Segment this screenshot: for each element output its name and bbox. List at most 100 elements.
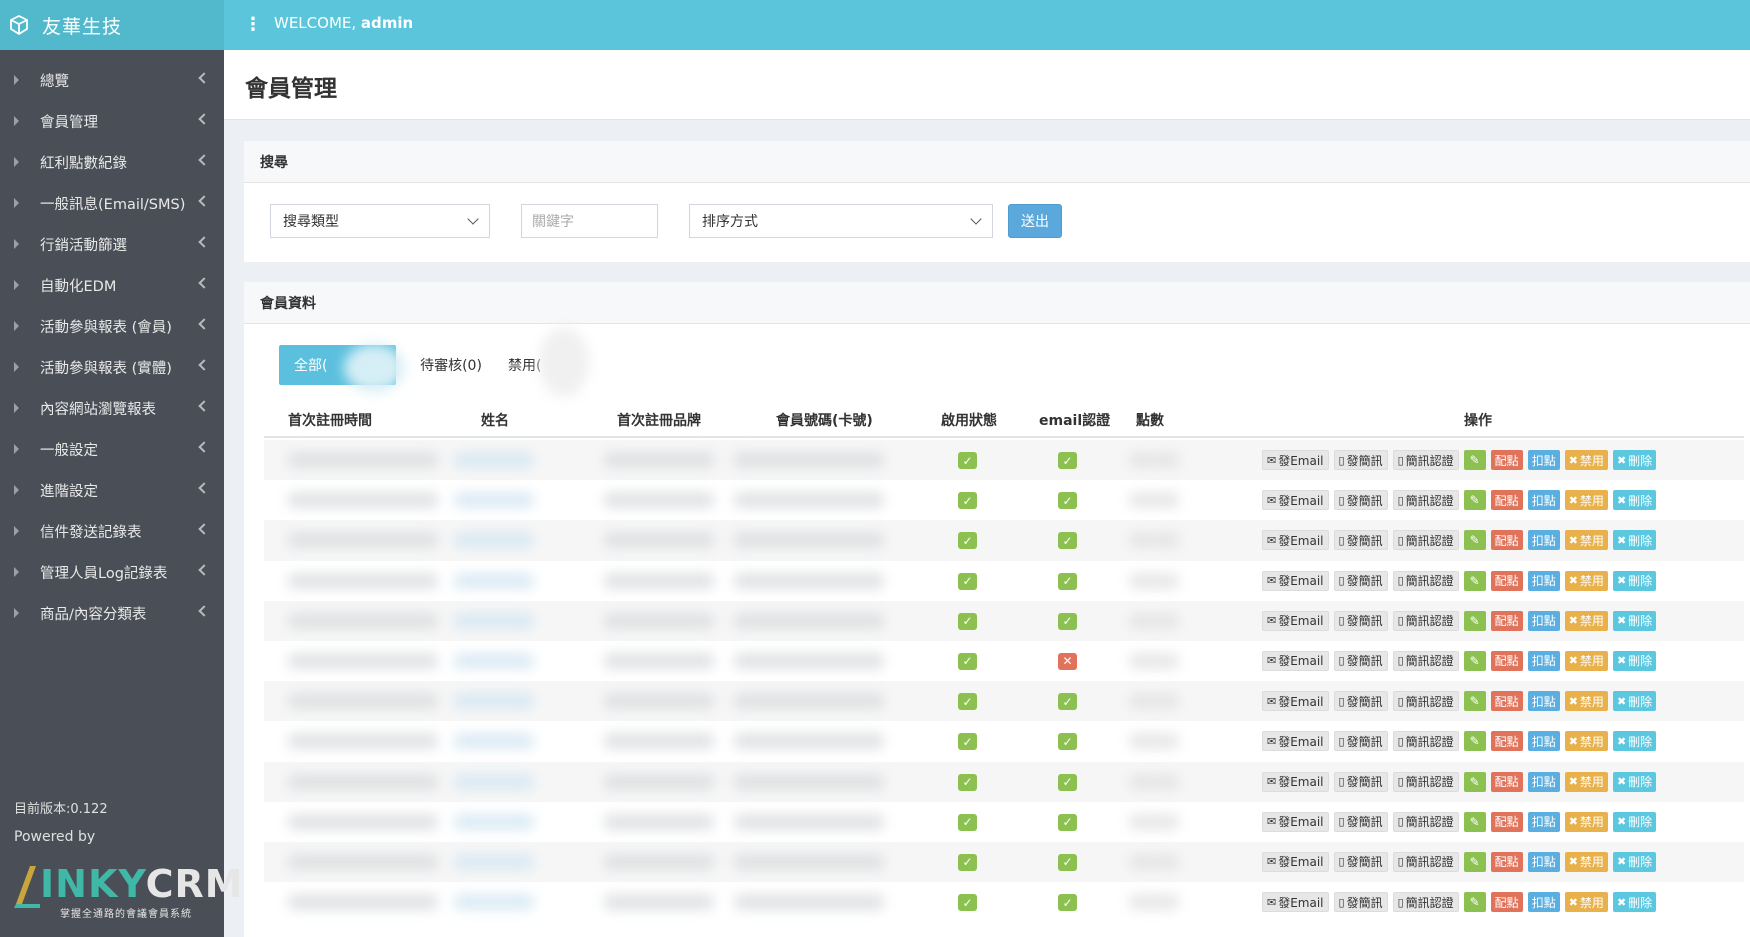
sms-verify-button[interactable]: ▯ 簡訊認證 bbox=[1392, 570, 1459, 591]
add-points-button[interactable]: 配點 bbox=[1490, 731, 1523, 752]
edit-button[interactable]: ✎ bbox=[1463, 490, 1486, 511]
sidebar-item[interactable]: 活動參與報表 (會員) bbox=[0, 306, 224, 347]
edit-button[interactable]: ✎ bbox=[1463, 691, 1486, 712]
delete-button[interactable]: ✖ 刪除 bbox=[1612, 851, 1657, 872]
send-sms-button[interactable]: ▯ 發簡訊 bbox=[1333, 450, 1388, 470]
sidebar-item[interactable]: 活動參與報表 (實體) bbox=[0, 347, 224, 388]
delete-button[interactable]: ✖ 刪除 bbox=[1612, 650, 1657, 671]
disable-button[interactable]: ✖ 禁用 bbox=[1564, 530, 1608, 551]
sidebar-toggle-icon[interactable]: ⋮ bbox=[244, 14, 262, 35]
add-points-button[interactable]: 配點 bbox=[1490, 650, 1523, 671]
col-points[interactable]: 點數 bbox=[1136, 410, 1164, 430]
send-email-button[interactable]: ✉ 發Email bbox=[1262, 490, 1329, 511]
sms-verify-button[interactable]: ▯ 簡訊認證 bbox=[1392, 450, 1459, 470]
send-sms-button[interactable]: ▯ 發簡訊 bbox=[1333, 490, 1388, 511]
submit-button[interactable]: 送出 bbox=[1008, 204, 1062, 238]
send-email-button[interactable]: ✉ 發Email bbox=[1262, 530, 1329, 551]
send-email-button[interactable]: ✉ 發Email bbox=[1262, 851, 1329, 872]
add-points-button[interactable]: 配點 bbox=[1490, 450, 1523, 470]
deduct-points-button[interactable]: 扣點 bbox=[1527, 530, 1560, 551]
add-points-button[interactable]: 配點 bbox=[1490, 811, 1523, 832]
sidebar-item[interactable]: 會員管理 bbox=[0, 101, 224, 142]
send-sms-button[interactable]: ▯ 發簡訊 bbox=[1333, 530, 1388, 551]
send-email-button[interactable]: ✉ 發Email bbox=[1262, 610, 1329, 631]
send-sms-button[interactable]: ▯ 發簡訊 bbox=[1333, 811, 1388, 832]
disable-button[interactable]: ✖ 禁用 bbox=[1564, 892, 1608, 913]
delete-button[interactable]: ✖ 刪除 bbox=[1612, 490, 1657, 511]
sidebar-item[interactable]: 管理人員Log記錄表 bbox=[0, 552, 224, 593]
send-email-button[interactable]: ✉ 發Email bbox=[1262, 691, 1329, 712]
disable-button[interactable]: ✖ 禁用 bbox=[1564, 691, 1608, 712]
keyword-input[interactable]: 關鍵字 bbox=[521, 204, 658, 238]
col-member-no[interactable]: 會員號碼(卡號) bbox=[776, 410, 873, 430]
app-logo[interactable]: 友華生技 bbox=[0, 0, 224, 50]
sidebar-item[interactable]: 內容網站瀏覽報表 bbox=[0, 388, 224, 429]
disable-button[interactable]: ✖ 禁用 bbox=[1564, 570, 1608, 591]
sms-verify-button[interactable]: ▯ 簡訊認證 bbox=[1392, 811, 1459, 832]
sms-verify-button[interactable]: ▯ 簡訊認證 bbox=[1392, 771, 1459, 792]
sms-verify-button[interactable]: ▯ 簡訊認證 bbox=[1392, 731, 1459, 752]
edit-button[interactable]: ✎ bbox=[1463, 570, 1486, 591]
delete-button[interactable]: ✖ 刪除 bbox=[1612, 570, 1657, 591]
edit-button[interactable]: ✎ bbox=[1463, 811, 1486, 832]
delete-button[interactable]: ✖ 刪除 bbox=[1612, 731, 1657, 752]
col-reg-time[interactable]: 首次註冊時間 bbox=[288, 410, 372, 430]
sidebar-item[interactable]: 自動化EDM bbox=[0, 265, 224, 306]
sms-verify-button[interactable]: ▯ 簡訊認證 bbox=[1392, 851, 1459, 872]
sidebar-item[interactable]: 一般訊息(Email/SMS) bbox=[0, 183, 224, 224]
send-email-button[interactable]: ✉ 發Email bbox=[1262, 771, 1329, 792]
send-sms-button[interactable]: ▯ 發簡訊 bbox=[1333, 691, 1388, 712]
disable-button[interactable]: ✖ 禁用 bbox=[1564, 450, 1608, 470]
send-email-button[interactable]: ✉ 發Email bbox=[1262, 450, 1329, 470]
disable-button[interactable]: ✖ 禁用 bbox=[1564, 490, 1608, 511]
add-points-button[interactable]: 配點 bbox=[1490, 530, 1523, 551]
deduct-points-button[interactable]: 扣點 bbox=[1527, 851, 1560, 872]
deduct-points-button[interactable]: 扣點 bbox=[1527, 570, 1560, 591]
add-points-button[interactable]: 配點 bbox=[1490, 771, 1523, 792]
edit-button[interactable]: ✎ bbox=[1463, 650, 1486, 671]
sidebar-item[interactable]: 總覽 bbox=[0, 60, 224, 101]
disable-button[interactable]: ✖ 禁用 bbox=[1564, 771, 1608, 792]
search-type-select[interactable]: 搜尋類型 bbox=[270, 204, 490, 238]
send-email-button[interactable]: ✉ 發Email bbox=[1262, 811, 1329, 832]
sidebar-item[interactable]: 信件發送記錄表 bbox=[0, 511, 224, 552]
send-sms-button[interactable]: ▯ 發簡訊 bbox=[1333, 851, 1388, 872]
edit-button[interactable]: ✎ bbox=[1463, 771, 1486, 792]
tab-pending[interactable]: 待審核(0) bbox=[414, 345, 488, 385]
deduct-points-button[interactable]: 扣點 bbox=[1527, 771, 1560, 792]
edit-button[interactable]: ✎ bbox=[1463, 530, 1486, 551]
disable-button[interactable]: ✖ 禁用 bbox=[1564, 731, 1608, 752]
add-points-button[interactable]: 配點 bbox=[1490, 851, 1523, 872]
sms-verify-button[interactable]: ▯ 簡訊認證 bbox=[1392, 892, 1459, 913]
send-sms-button[interactable]: ▯ 發簡訊 bbox=[1333, 731, 1388, 752]
send-email-button[interactable]: ✉ 發Email bbox=[1262, 570, 1329, 591]
delete-button[interactable]: ✖ 刪除 bbox=[1612, 811, 1657, 832]
disable-button[interactable]: ✖ 禁用 bbox=[1564, 610, 1608, 631]
sort-select[interactable]: 排序方式 bbox=[689, 204, 993, 238]
edit-button[interactable]: ✎ bbox=[1463, 450, 1486, 470]
sidebar-item[interactable]: 一般設定 bbox=[0, 429, 224, 470]
delete-button[interactable]: ✖ 刪除 bbox=[1612, 771, 1657, 792]
deduct-points-button[interactable]: 扣點 bbox=[1527, 490, 1560, 511]
edit-button[interactable]: ✎ bbox=[1463, 731, 1486, 752]
sidebar-item[interactable]: 進階設定 bbox=[0, 470, 224, 511]
add-points-button[interactable]: 配點 bbox=[1490, 610, 1523, 631]
username[interactable]: admin bbox=[361, 14, 413, 32]
delete-button[interactable]: ✖ 刪除 bbox=[1612, 530, 1657, 551]
disable-button[interactable]: ✖ 禁用 bbox=[1564, 811, 1608, 832]
sms-verify-button[interactable]: ▯ 簡訊認證 bbox=[1392, 691, 1459, 712]
send-sms-button[interactable]: ▯ 發簡訊 bbox=[1333, 650, 1388, 671]
col-email-verified[interactable]: email認證 bbox=[1039, 410, 1110, 430]
deduct-points-button[interactable]: 扣點 bbox=[1527, 691, 1560, 712]
delete-button[interactable]: ✖ 刪除 bbox=[1612, 450, 1657, 470]
send-email-button[interactable]: ✉ 發Email bbox=[1262, 731, 1329, 752]
sidebar-item[interactable]: 商品/內容分類表 bbox=[0, 593, 224, 634]
send-sms-button[interactable]: ▯ 發簡訊 bbox=[1333, 610, 1388, 631]
delete-button[interactable]: ✖ 刪除 bbox=[1612, 892, 1657, 913]
send-email-button[interactable]: ✉ 發Email bbox=[1262, 892, 1329, 913]
send-email-button[interactable]: ✉ 發Email bbox=[1262, 650, 1329, 671]
sms-verify-button[interactable]: ▯ 簡訊認證 bbox=[1392, 650, 1459, 671]
sidebar-item[interactable]: 紅利點數紀錄 bbox=[0, 142, 224, 183]
deduct-points-button[interactable]: 扣點 bbox=[1527, 650, 1560, 671]
deduct-points-button[interactable]: 扣點 bbox=[1527, 731, 1560, 752]
